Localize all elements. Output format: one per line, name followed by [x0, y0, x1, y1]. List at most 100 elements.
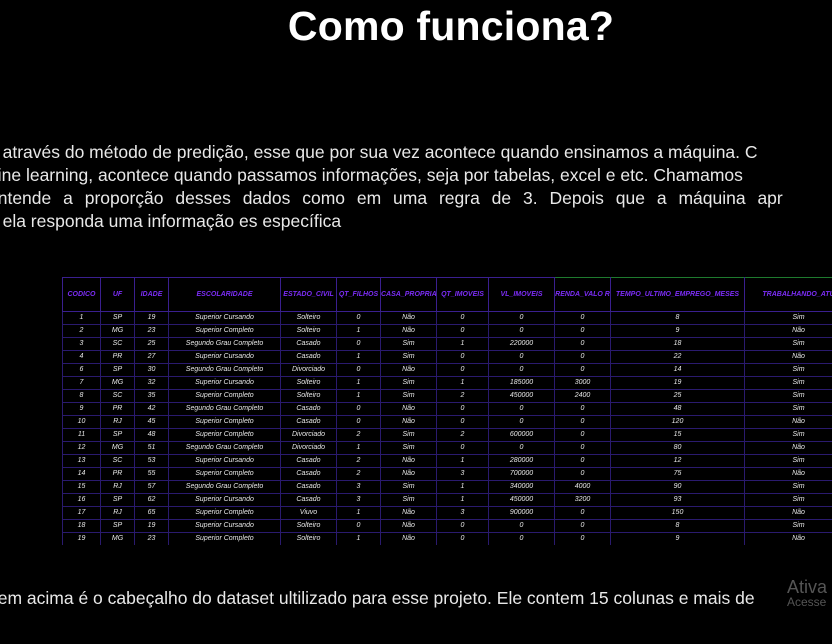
table-cell: PR [100, 467, 135, 481]
table-cell: 0 [554, 324, 611, 338]
table-cell: 14 [62, 467, 101, 481]
table-cell: Divorciado [280, 428, 337, 442]
table-cell: Não [380, 415, 437, 429]
table-cell: Sim [744, 376, 832, 390]
table-cell: Sim [744, 428, 832, 442]
table-cell: Sim [744, 480, 832, 494]
paragraph-line: e ela responda uma informação es específ… [0, 211, 342, 231]
table-cell: 3 [336, 480, 381, 494]
table-cell: Casado [280, 454, 337, 468]
table-cell: 0 [554, 415, 611, 429]
table-cell: 8 [610, 519, 745, 533]
table-cell: 1 [336, 441, 381, 455]
table-cell: SC [100, 337, 135, 351]
table-cell: 280000 [488, 454, 555, 468]
table-cell: 340000 [488, 480, 555, 494]
table-row: 12 MG 51 Segundo Grau Completo Divorciado 1 Si… [62, 441, 832, 455]
table-cell: 6 [62, 363, 101, 377]
table-cell: Não [744, 441, 832, 455]
table-cell: Não [744, 532, 832, 545]
table-cell: Superior Cursando [168, 454, 281, 468]
table-cell: 2 [436, 389, 489, 403]
table-cell: 220000 [488, 337, 555, 351]
table-cell: RJ [100, 415, 135, 429]
table-cell: 8 [610, 311, 745, 325]
table-cell: 1 [336, 376, 381, 390]
table-cell: Solteiro [280, 324, 337, 338]
table-cell: MG [100, 441, 135, 455]
table-cell: 16 [62, 493, 101, 507]
table-cell: 0 [488, 415, 555, 429]
dataset-table-image: CODICO UF IDADE ESCOLARIDADE ESTADO_CIVIL QT_… [62, 277, 832, 545]
table-cell: 1 [336, 324, 381, 338]
table-cell: 2 [62, 324, 101, 338]
table-cell: Sim [744, 454, 832, 468]
table-cell: 0 [336, 337, 381, 351]
table-cell: 27 [134, 350, 169, 364]
dataset-table: CODICO UF IDADE ESCOLARIDADE ESTADO_CIVIL QT_… [62, 277, 832, 545]
table-header-cell: VL_IMOVEIS [488, 277, 555, 312]
watermark-line: Ativa [787, 577, 828, 597]
table-row: 18 SP 19 Superior Cursando Solteiro 0 Não 0 0 0 8 S… [62, 519, 832, 533]
table-cell: 0 [554, 519, 611, 533]
table-cell: 62 [134, 493, 169, 507]
table-row: 17 RJ 65 Superior Completo Viuvo 1 Não 3 900000 0… [62, 506, 832, 520]
table-cell: 22 [610, 350, 745, 364]
table-cell: 0 [488, 402, 555, 416]
table-cell: 1 [436, 337, 489, 351]
activation-watermark: Ativa Acesse [787, 578, 827, 608]
table-cell: 0 [488, 519, 555, 533]
table-cell: 57 [134, 480, 169, 494]
table-cell: 0 [554, 402, 611, 416]
table-cell: 1 [436, 493, 489, 507]
table-cell: Casado [280, 402, 337, 416]
paragraph-line: entende a proporção desses dados como em… [0, 188, 783, 208]
table-cell: Superior Completo [168, 506, 281, 520]
table-cell: 185000 [488, 376, 555, 390]
table-cell: Sim [744, 337, 832, 351]
table-cell: Segundo Grau Completo [168, 480, 281, 494]
table-cell: Solteiro [280, 389, 337, 403]
table-header-cell: CODICO [62, 277, 101, 312]
table-cell: 93 [610, 493, 745, 507]
table-cell: 0 [554, 454, 611, 468]
table-cell: 0 [488, 441, 555, 455]
table-cell: 3 [436, 467, 489, 481]
table-cell: 25 [134, 337, 169, 351]
table-cell: MG [100, 532, 135, 545]
table-header-row: CODICO UF IDADE ESCOLARIDADE ESTADO_CIVIL QT_… [62, 277, 832, 312]
table-row: 4 PR 27 Superior Cursando Casado 1 Sim 0 0 0 22 Não [62, 350, 832, 364]
table-cell: Não [744, 324, 832, 338]
table-cell: 0 [488, 350, 555, 364]
paragraph-line: a através do método de predição, esse qu… [0, 142, 758, 162]
table-cell: 53 [134, 454, 169, 468]
table-cell: 19 [62, 532, 101, 545]
table-row: 2 MG 23 Superior Completo Solteiro 1 Não 0 0 0 9 Nã… [62, 324, 832, 338]
table-row: 9 PR 42 Segundo Grau Completo Casado 0 Não 0 0 0 4… [62, 402, 832, 416]
table-cell: Não [744, 506, 832, 520]
table-cell: Casado [280, 415, 337, 429]
table-cell: 19 [134, 311, 169, 325]
table-cell: Divorciado [280, 363, 337, 377]
table-cell: Superior Completo [168, 428, 281, 442]
table-cell: 48 [134, 428, 169, 442]
table-cell: 14 [610, 363, 745, 377]
table-cell: 30 [134, 363, 169, 377]
table-cell: Sim [380, 441, 437, 455]
table-header-cell: ESTADO_CIVIL [280, 277, 337, 312]
table-cell: Sim [380, 493, 437, 507]
table-cell: Casado [280, 337, 337, 351]
table-cell: 0 [436, 311, 489, 325]
table-cell: Não [744, 467, 832, 481]
table-cell: 0 [554, 363, 611, 377]
slide-title: Como funciona? [287, 3, 615, 49]
table-cell: 0 [436, 532, 489, 545]
table-cell: 23 [134, 532, 169, 545]
table-row: 7 MG 32 Superior Cursando Solteiro 1 Sim 1 18500… [62, 376, 832, 390]
table-cell: 0 [336, 402, 381, 416]
table-cell: 1 [336, 389, 381, 403]
table-cell: Casado [280, 493, 337, 507]
table-cell: 0 [336, 415, 381, 429]
table-cell: PR [100, 350, 135, 364]
table-cell: 0 [436, 519, 489, 533]
